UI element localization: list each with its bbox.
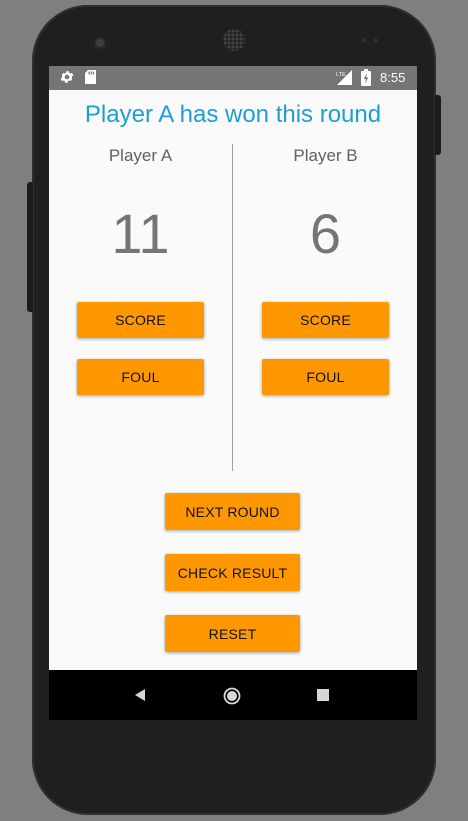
player-b-foul-button[interactable]: FOUL xyxy=(262,359,389,395)
home-icon[interactable] xyxy=(223,687,241,705)
player-a-foul-button[interactable]: FOUL xyxy=(77,359,204,395)
volume-button xyxy=(27,182,33,312)
recent-apps-icon[interactable] xyxy=(317,689,329,701)
player-b-score: 6 xyxy=(309,202,342,265)
player-b-panel: Player B 6 SCORE FOUL xyxy=(234,144,417,474)
player-a-name: Player A xyxy=(108,146,173,165)
status-bar: LTE 8:55 xyxy=(49,66,417,90)
proximity-sensor xyxy=(361,38,366,43)
clock-time: 8:55 xyxy=(380,70,406,85)
sd-card-icon xyxy=(85,70,96,84)
light-sensor xyxy=(373,38,378,43)
next-round-button[interactable]: NEXT ROUND xyxy=(165,493,300,530)
lte-label: LTE xyxy=(336,72,346,78)
battery-charging-icon xyxy=(361,69,371,86)
check-result-button[interactable]: CHECK RESULT xyxy=(165,554,300,591)
column-divider xyxy=(232,144,233,471)
player-b-score-button[interactable]: SCORE xyxy=(262,302,389,338)
round-result-headline: Player A has won this round xyxy=(84,101,382,128)
gear-icon xyxy=(60,71,74,83)
power-button xyxy=(435,95,441,155)
back-icon[interactable] xyxy=(133,688,147,702)
app-screen: LTE 8:55 Player A has won this round Pla… xyxy=(49,66,417,720)
navigation-bar xyxy=(49,670,417,720)
player-a-score-button[interactable]: SCORE xyxy=(77,302,204,338)
earpiece-speaker xyxy=(223,29,245,51)
reset-button[interactable]: RESET xyxy=(165,615,300,652)
lte-signal-icon: LTE xyxy=(336,70,352,85)
player-b-name: Player B xyxy=(293,146,358,165)
player-a-score: 11 xyxy=(111,202,170,265)
front-camera xyxy=(96,39,104,47)
player-a-panel: Player A 11 SCORE FOUL xyxy=(49,144,232,474)
